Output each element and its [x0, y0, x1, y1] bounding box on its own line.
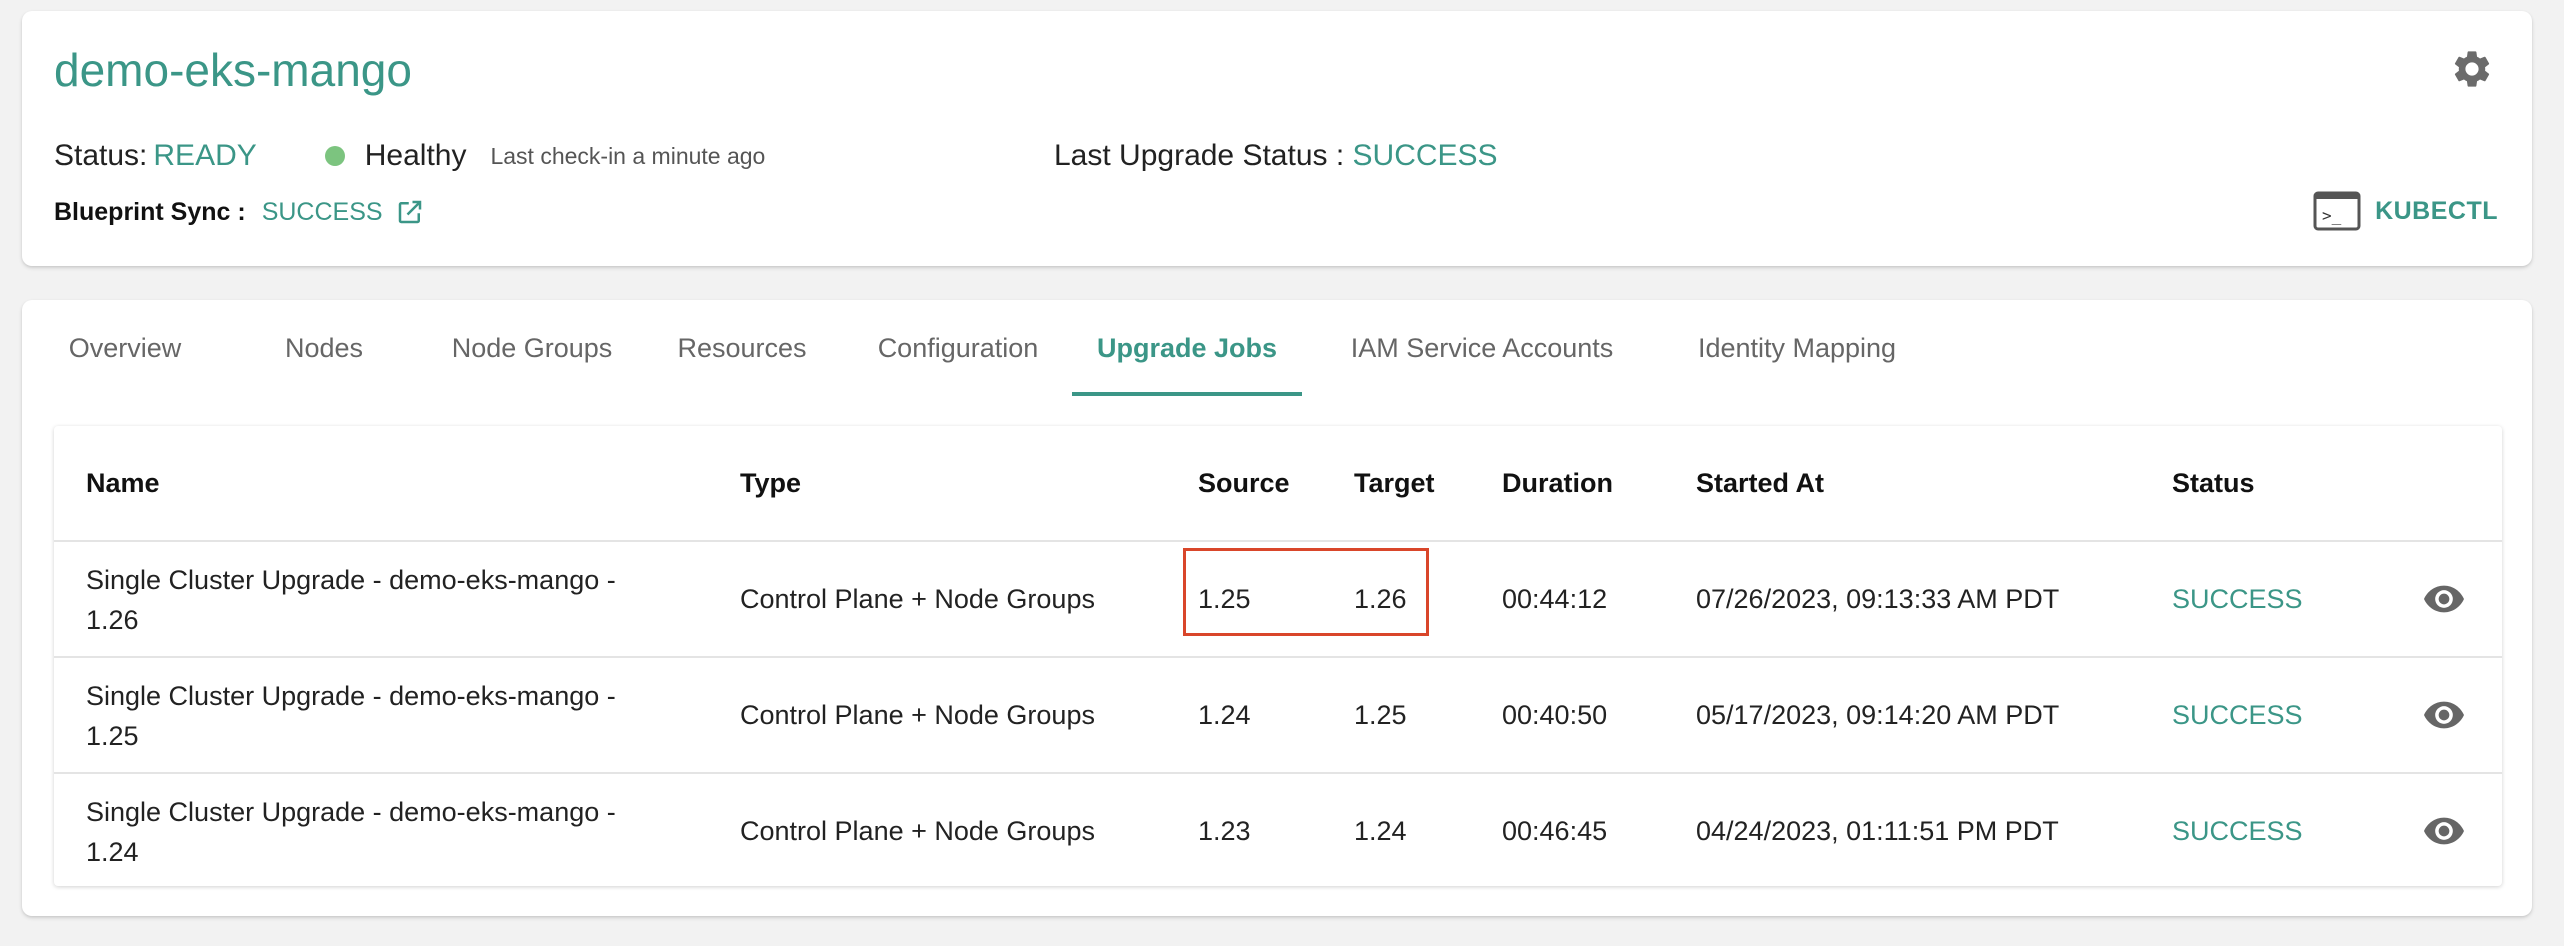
job-name: Single Cluster Upgrade - demo-eks-mango …: [86, 676, 686, 756]
status-label: Status:: [54, 139, 148, 172]
job-type: Control Plane + Node Groups: [740, 816, 1095, 846]
last-checkin: Last check-in a minute ago: [490, 142, 766, 169]
job-name-line2: 1.25: [86, 721, 139, 751]
eye-icon[interactable]: [2424, 584, 2464, 614]
tab-bar: Overview Nodes Node Groups Resources Con…: [22, 300, 2532, 396]
tab-configuration[interactable]: Configuration: [858, 300, 1058, 394]
job-duration: 00:44:12: [1502, 584, 1608, 614]
col-header-target[interactable]: Target: [1354, 426, 1435, 540]
tab-upgrade-jobs[interactable]: Upgrade Jobs: [1072, 300, 1302, 396]
kubectl-label: KUBECTL: [2375, 196, 2498, 225]
last-upgrade-value: SUCCESS: [1352, 139, 1498, 172]
eye-icon[interactable]: [2424, 816, 2464, 846]
upgrade-jobs-table: Name Type Source Target Duration Started…: [54, 426, 2502, 886]
job-source: 1.24: [1198, 700, 1251, 730]
eye-icon[interactable]: [2424, 700, 2464, 730]
tab-resources[interactable]: Resources: [662, 300, 822, 394]
status-row: Status: READY Healthy Last check-in a mi…: [54, 139, 765, 173]
job-name-line1: Single Cluster Upgrade - demo-eks-mango …: [86, 565, 616, 595]
col-header-source[interactable]: Source: [1198, 426, 1290, 540]
last-upgrade-label: Last Upgrade Status :: [1054, 139, 1345, 172]
external-link-icon[interactable]: [395, 197, 425, 227]
job-status: SUCCESS: [2172, 584, 2303, 614]
job-name-line2: 1.26: [86, 605, 139, 635]
job-name: Single Cluster Upgrade - demo-eks-mango …: [86, 792, 686, 872]
blueprint-sync: Blueprint Sync : SUCCESS: [54, 197, 425, 227]
last-upgrade-status: Last Upgrade Status : SUCCESS: [1054, 139, 1498, 173]
col-header-started-at[interactable]: Started At: [1696, 426, 1824, 540]
job-name-line2: 1.24: [86, 837, 139, 867]
job-name: Single Cluster Upgrade - demo-eks-mango …: [86, 560, 686, 640]
health-dot: [324, 146, 345, 166]
job-started-at: 07/26/2023, 09:13:33 AM PDT: [1696, 584, 2060, 614]
table-row[interactable]: Single Cluster Upgrade - demo-eks-mango …: [54, 774, 2502, 888]
col-header-duration[interactable]: Duration: [1502, 426, 1613, 540]
job-type: Control Plane + Node Groups: [740, 584, 1095, 614]
job-status: SUCCESS: [2172, 700, 2303, 730]
job-status: SUCCESS: [2172, 816, 2303, 846]
gear-icon[interactable]: [2450, 47, 2494, 91]
job-name-line1: Single Cluster Upgrade - demo-eks-mango …: [86, 681, 616, 711]
table-row[interactable]: Single Cluster Upgrade - demo-eks-mango …: [54, 658, 2502, 772]
job-target: 1.25: [1354, 700, 1407, 730]
cluster-name: demo-eks-mango: [54, 44, 412, 96]
job-type: Control Plane + Node Groups: [740, 700, 1095, 730]
svg-text:>_: >_: [2322, 206, 2342, 225]
job-started-at: 04/24/2023, 01:11:51 PM PDT: [1696, 816, 2059, 846]
job-started-at: 05/17/2023, 09:14:20 AM PDT: [1696, 700, 2060, 730]
tab-overview[interactable]: Overview: [60, 300, 190, 394]
highlight-box: [1183, 548, 1429, 636]
tab-nodes[interactable]: Nodes: [276, 300, 372, 394]
terminal-icon: >_: [2313, 191, 2361, 231]
job-duration: 00:40:50: [1502, 700, 1608, 730]
health-label: Healthy: [364, 139, 467, 172]
col-header-name[interactable]: Name: [86, 426, 160, 540]
col-header-status[interactable]: Status: [2172, 426, 2255, 540]
blueprint-value[interactable]: SUCCESS: [262, 198, 383, 227]
tab-iam-service-accounts[interactable]: IAM Service Accounts: [1322, 300, 1642, 394]
col-header-type[interactable]: Type: [740, 426, 801, 540]
cluster-header-card: demo-eks-mango Status: READY Healthy Las…: [22, 11, 2532, 266]
blueprint-label: Blueprint Sync :: [54, 197, 246, 226]
status-value: READY: [153, 139, 257, 172]
job-name-line1: Single Cluster Upgrade - demo-eks-mango …: [86, 797, 616, 827]
tab-identity-mapping[interactable]: Identity Mapping: [1662, 300, 1932, 394]
job-target: 1.24: [1354, 816, 1407, 846]
tab-node-groups[interactable]: Node Groups: [442, 300, 622, 394]
job-duration: 00:46:45: [1502, 816, 1608, 846]
kubectl-button[interactable]: >_ KUBECTL: [2313, 191, 2498, 231]
job-source: 1.23: [1198, 816, 1251, 846]
